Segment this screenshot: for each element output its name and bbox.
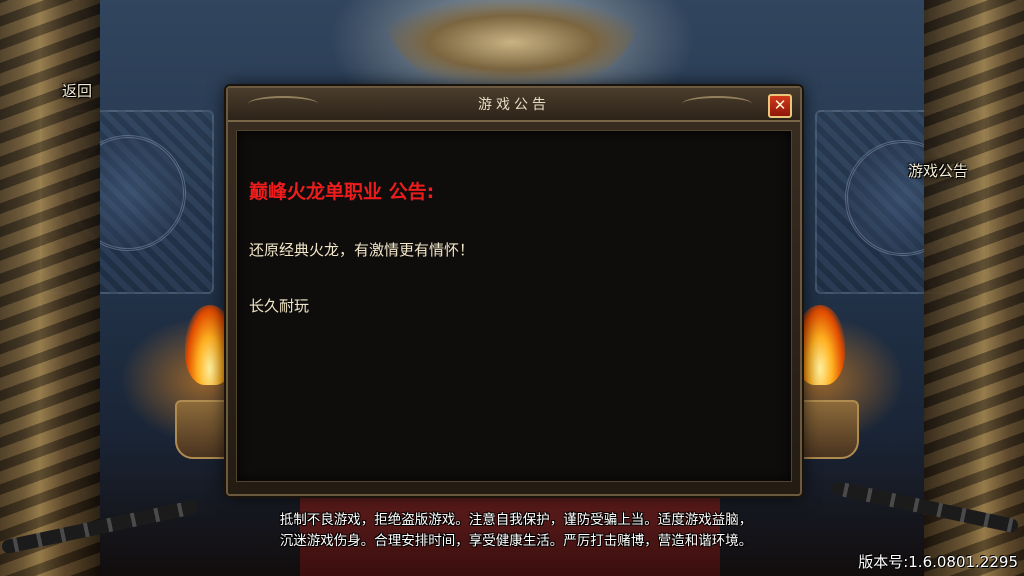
announcement-heading: 巅峰火龙单职业 公告: <box>249 181 435 203</box>
version-label: 版本号:1.6.0801.2295 <box>858 553 1018 571</box>
back-button[interactable]: 返回 <box>56 76 99 105</box>
announcement-dialog: 游戏公告 ✕ 巅峰火龙单职业 公告: 还原经典火龙，有激情更有情怀！ 长久耐玩 <box>226 86 802 496</box>
dialog-title: 游戏公告 <box>478 97 550 113</box>
health-advisory-line-1: 抵制不良游戏，拒绝盗版游戏。注意自我保护，谨防受骗上当。适度游戏益脑， <box>279 512 753 528</box>
right-dragon-pillar <box>924 0 1024 576</box>
announcement-content: 巅峰火龙单职业 公告: 还原经典火龙，有激情更有情怀！ 长久耐玩 <box>236 130 792 482</box>
announcement-line-2: 长久耐玩 <box>249 297 310 315</box>
health-advisory-line-2: 沉迷游戏伤身。合理安排时间，享受健康生活。严厉打击赌博，营造和谐环境。 <box>279 533 753 549</box>
dialog-titlebar: 游戏公告 ✕ <box>228 88 800 122</box>
announcement-button[interactable]: 游戏公告 <box>902 156 975 185</box>
close-button[interactable]: ✕ <box>768 94 792 118</box>
right-brazier-fire <box>795 305 845 385</box>
golden-dragon-head-decoration <box>382 0 642 85</box>
announcement-line-1: 还原经典火龙，有激情更有情怀！ <box>249 241 475 259</box>
